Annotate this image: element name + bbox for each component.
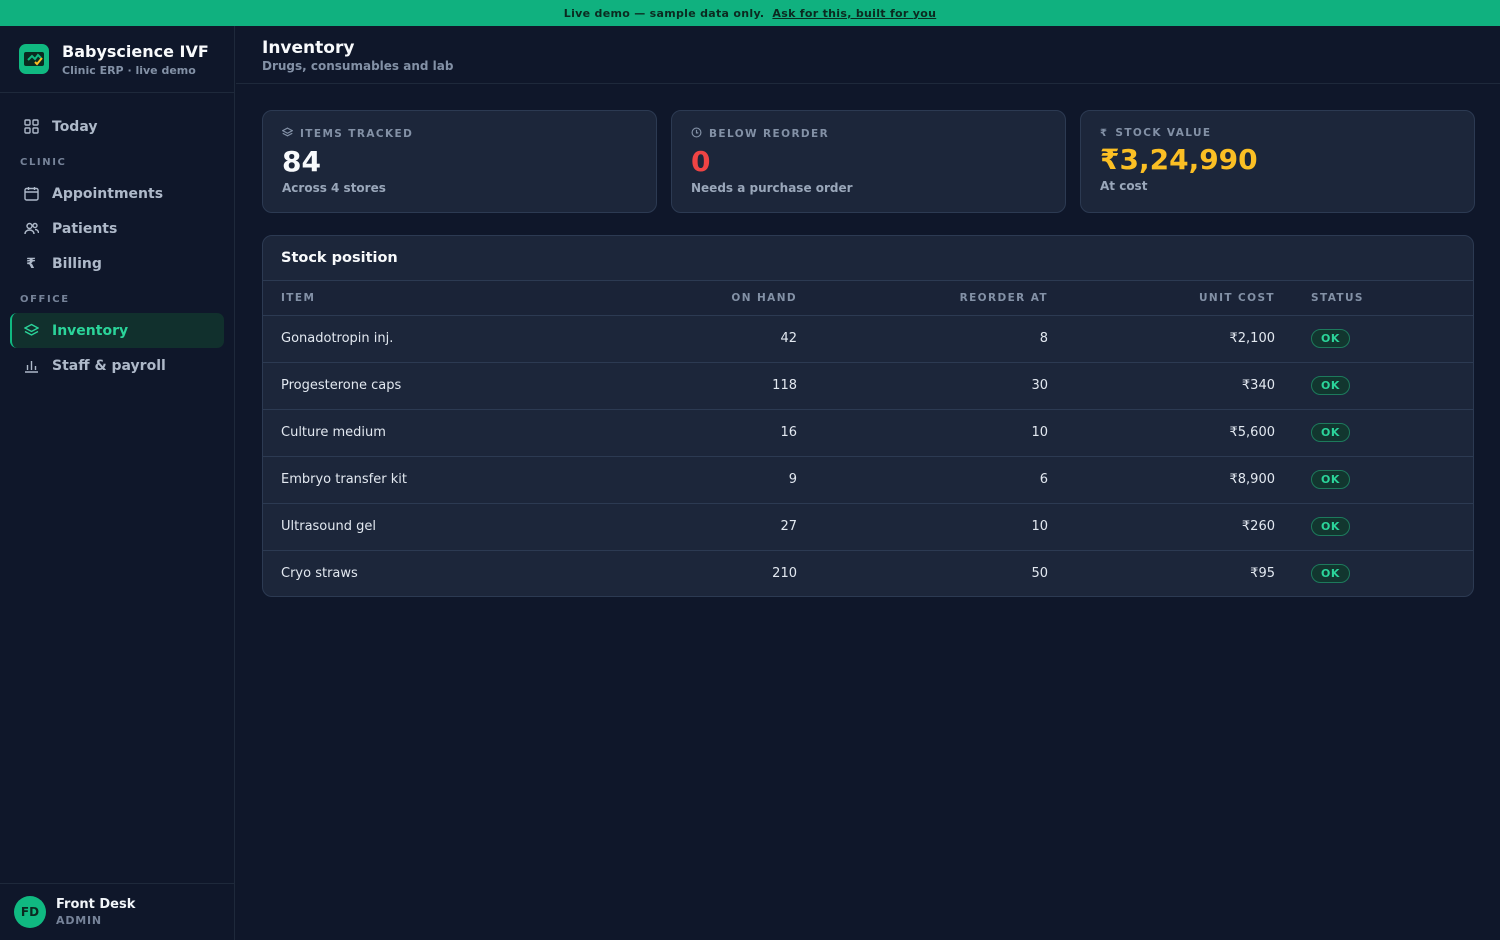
sidebar-item-appointments[interactable]: Appointments <box>10 176 224 211</box>
cell-reorder-at: 6 <box>797 456 1048 504</box>
stat-cards: ITEMS TRACKED 84 Across 4 stores BELOW R… <box>262 110 1475 213</box>
sidebar-item-today[interactable]: Today <box>10 109 224 144</box>
stat-card-below-reorder: BELOW REORDER 0 Needs a purchase order <box>671 110 1066 213</box>
cell-unit-cost: ₹260 <box>1048 503 1275 551</box>
users-icon <box>23 221 39 237</box>
stat-value: ₹3,24,990 <box>1100 143 1258 176</box>
column-header-on-hand[interactable]: ON HAND <box>583 281 797 316</box>
cell-reorder-at: 8 <box>797 315 1048 363</box>
cell-on-hand: 42 <box>583 315 797 363</box>
cell-item: Ultrasound gel <box>263 503 583 551</box>
table-header-row: ITEM ON HAND REORDER AT UNIT COST STATUS <box>263 281 1473 316</box>
cell-reorder-at: 30 <box>797 362 1048 410</box>
stat-value: 0 <box>691 145 711 178</box>
sidebar-item-label: Inventory <box>52 322 129 339</box>
column-header-status[interactable]: STATUS <box>1275 281 1473 316</box>
status-badge: OK <box>1311 423 1350 442</box>
user-role: ADMIN <box>56 914 102 927</box>
sidebar-item-inventory[interactable]: Inventory <box>10 313 224 348</box>
cell-reorder-at: 10 <box>797 503 1048 551</box>
column-header-unit-cost[interactable]: UNIT COST <box>1048 281 1275 316</box>
panel-title: Stock position <box>263 236 1473 281</box>
column-header-reorder-at[interactable]: REORDER AT <box>797 281 1048 316</box>
cell-unit-cost: ₹340 <box>1048 362 1275 410</box>
stat-card-items-tracked: ITEMS TRACKED 84 Across 4 stores <box>262 110 657 213</box>
status-badge: OK <box>1311 470 1350 489</box>
brand[interactable]: Babyscience IVF Clinic ERP · live demo <box>0 26 234 93</box>
stat-note: At cost <box>1100 179 1148 193</box>
cell-on-hand: 210 <box>772 566 797 582</box>
grid-icon <box>23 119 39 135</box>
table-row[interactable]: Gonadotropin inj. 42 8 ₹2,100 OK <box>263 315 1473 363</box>
sidebar-item-billing[interactable]: ₹ Billing <box>10 246 224 281</box>
rupee-icon: ₹ <box>26 255 36 272</box>
user-profile[interactable]: FD Front Desk ADMIN <box>0 883 235 940</box>
avatar: FD <box>14 896 46 928</box>
clock-icon <box>691 127 702 141</box>
cell-item: Gonadotropin inj. <box>263 315 583 363</box>
cell-item: Progesterone caps <box>263 362 583 410</box>
stock-table: ITEM ON HAND REORDER AT UNIT COST STATUS… <box>263 281 1473 596</box>
stat-value: 84 <box>282 145 321 178</box>
cell-reorder-at: 50 <box>1031 566 1048 582</box>
sidebar-nav: Today CLINIC Appointments Patients ₹ Bil… <box>0 93 234 383</box>
stock-position-panel: Stock position ITEM ON HAND REORDER AT U… <box>262 235 1474 597</box>
cell-unit-cost: ₹2,100 <box>1048 315 1275 363</box>
cell-unit-cost: ₹8,900 <box>1048 456 1275 504</box>
user-name: Front Desk <box>56 897 136 912</box>
rupee-icon: ₹ <box>1100 127 1109 139</box>
page-header: Inventory Drugs, consumables and lab <box>236 26 1500 84</box>
page-title: Inventory <box>262 38 355 58</box>
cell-item: Culture medium <box>263 409 583 457</box>
table-row[interactable]: Cryo straws 210 50 ₹95 OK <box>263 550 1473 596</box>
sidebar: Babyscience IVF Clinic ERP · live demo T… <box>0 26 235 940</box>
stat-note: Needs a purchase order <box>691 181 853 195</box>
sidebar-item-label: Patients <box>52 220 118 237</box>
brand-name: Babyscience IVF <box>62 41 209 61</box>
banner-link[interactable]: Ask for this, built for you <box>772 7 936 20</box>
page-subtitle: Drugs, consumables and lab <box>262 59 454 73</box>
cell-on-hand: 27 <box>583 503 797 551</box>
sidebar-item-label: Staff & payroll <box>52 357 166 374</box>
sidebar-item-label: Today <box>52 118 98 135</box>
demo-banner: Live demo — sample data only. Ask for th… <box>0 0 1500 26</box>
table-row[interactable]: Ultrasound gel 27 10 ₹260 OK <box>263 503 1473 551</box>
status-badge: OK <box>1311 517 1350 536</box>
table-row[interactable]: Progesterone caps 118 30 ₹340 OK <box>263 362 1473 410</box>
calendar-icon <box>23 186 39 202</box>
brand-subtitle: Clinic ERP · live demo <box>62 63 196 77</box>
brand-logo-icon <box>19 44 49 74</box>
cell-on-hand: 118 <box>583 362 797 410</box>
sidebar-item-patients[interactable]: Patients <box>10 211 224 246</box>
cell-item: Embryo transfer kit <box>263 456 583 504</box>
cell-item: Cryo straws <box>281 566 358 582</box>
nav-section-clinic: CLINIC <box>20 156 67 168</box>
banner-text: Live demo — sample data only. <box>563 6 765 20</box>
bar-chart-icon <box>23 358 39 374</box>
layers-icon <box>23 323 39 339</box>
table-row[interactable]: Embryo transfer kit 9 6 ₹8,900 OK <box>263 456 1473 504</box>
stat-note: Across 4 stores <box>282 181 386 195</box>
cell-unit-cost: ₹5,600 <box>1048 409 1275 457</box>
sidebar-item-label: Appointments <box>52 185 164 202</box>
column-header-item[interactable]: ITEM <box>263 281 583 316</box>
status-badge: OK <box>1311 376 1350 395</box>
table-row[interactable]: Culture medium 16 10 ₹5,600 OK <box>263 409 1473 457</box>
sidebar-item-staff-payroll[interactable]: Staff & payroll <box>10 348 224 383</box>
stat-label: ITEMS TRACKED <box>300 128 414 140</box>
status-badge: OK <box>1311 329 1350 348</box>
layers-icon <box>281 127 294 141</box>
cell-unit-cost: ₹95 <box>1250 566 1275 582</box>
stat-label: STOCK VALUE <box>1115 127 1212 139</box>
nav-section-office: OFFICE <box>20 293 70 305</box>
sidebar-item-label: Billing <box>52 255 102 272</box>
status-badge: OK <box>1311 564 1350 584</box>
cell-reorder-at: 10 <box>797 409 1048 457</box>
main-content: Inventory Drugs, consumables and lab ITE… <box>236 26 1500 940</box>
stat-card-stock-value: ₹ STOCK VALUE ₹3,24,990 At cost <box>1080 110 1475 213</box>
cell-on-hand: 9 <box>583 456 797 504</box>
stat-label: BELOW REORDER <box>709 128 830 140</box>
cell-on-hand: 16 <box>583 409 797 457</box>
